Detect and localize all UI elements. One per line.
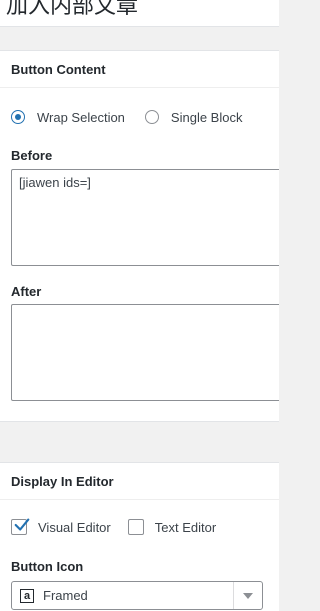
visual-editor-label[interactable]: Visual Editor [38,520,111,535]
display-in-editor-panel: Display In Editor Visual Editor Text Edi… [0,462,279,611]
visual-editor-checkbox[interactable] [11,518,30,535]
button-content-panel: Button Content Wrap Selection Single Blo… [0,50,279,422]
after-textarea[interactable] [11,304,279,401]
chevron-down-icon[interactable] [233,582,262,609]
button-icon-select[interactable]: a Framed [11,581,263,610]
text-editor-checkbox[interactable] [127,519,144,535]
before-textarea[interactable] [11,169,279,266]
wrap-selection-radio[interactable] [11,110,25,124]
button-icon-selected-value: Framed [43,588,88,603]
single-block-radio[interactable] [144,110,159,124]
insert-mode-radio-group: Wrap Selection Single Block [11,108,262,126]
text-editor-label[interactable]: Text Editor [155,520,216,535]
single-block-label[interactable]: Single Block [171,110,243,125]
before-label: Before [11,148,53,163]
page-header: 加入内部文章 [0,0,279,27]
page-title: 加入内部文章 [6,0,139,18]
after-label: After [11,284,42,299]
button-content-heading: Button Content [0,51,279,88]
wrap-selection-label[interactable]: Wrap Selection [37,110,125,125]
button-icon-label: Button Icon [11,559,84,574]
page: 加入内部文章 Button Content Wrap Selection Sin… [0,0,279,611]
checkmark-icon [14,518,30,531]
display-in-editor-heading: Display In Editor [0,463,279,500]
framed-a-icon: a [20,588,34,603]
editor-checkbox-group: Visual Editor Text Editor [11,518,233,536]
